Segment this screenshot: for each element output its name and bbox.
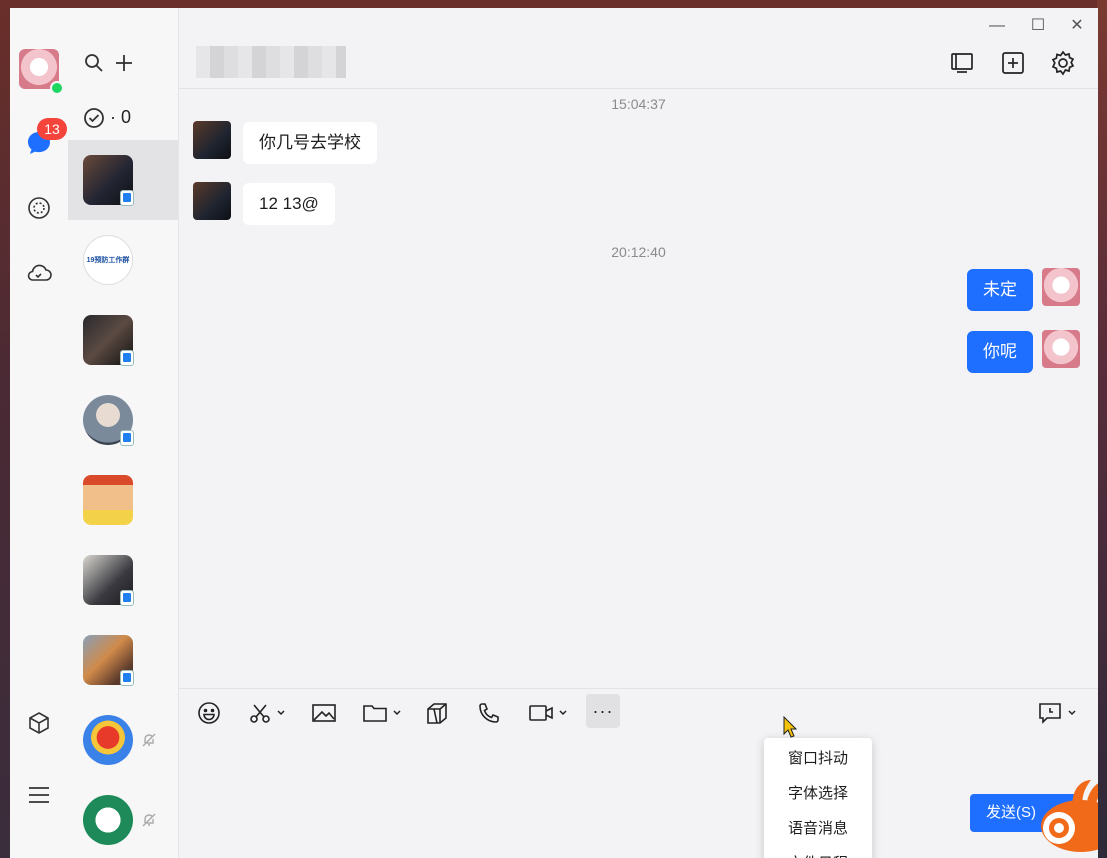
group-avatar: 19预防工作群 (83, 235, 133, 285)
close-button[interactable]: ✕ (1067, 16, 1087, 36)
contact-item[interactable] (68, 700, 178, 780)
menu-item-font-select[interactable]: 字体选择 (764, 777, 872, 811)
unread-badge: 13 (37, 118, 67, 140)
group-avatar-text: 19预防工作群 (86, 257, 130, 264)
screen-share-icon[interactable] (949, 50, 975, 76)
gift-box-icon (427, 703, 447, 724)
input-toolbar-divider (179, 688, 1098, 689)
message-history-button[interactable] (1037, 700, 1077, 726)
menu-item-voice-message[interactable]: 语音消息 (764, 812, 872, 846)
more-dots-icon: ··· (592, 700, 614, 721)
more-options-menu: 窗口抖动 字体选择 语音消息 文件日程 (764, 738, 872, 858)
emoji-button[interactable] (197, 700, 221, 726)
mute-icon (142, 733, 156, 747)
contact-item[interactable] (68, 620, 178, 700)
contact-item[interactable] (68, 460, 178, 540)
message-bubble[interactable]: 12 13@ (243, 183, 335, 225)
qq-chat-window: 13 · 0 19预防工作群 — ☐ ✕ 15:04:37 你几号去学校 12 … (10, 8, 1098, 858)
maximize-button[interactable]: ☐ (1028, 16, 1048, 36)
contact-avatar (83, 715, 133, 765)
my-message-bubble[interactable]: 你呢 (967, 331, 1033, 373)
verified-count: · 0 (110, 107, 132, 127)
phone-online-icon (120, 190, 134, 206)
image-icon (312, 704, 336, 722)
chevron-down-icon[interactable] (276, 709, 286, 717)
contact-avatar (83, 795, 133, 845)
scissors-icon (250, 704, 270, 723)
contact-item[interactable] (68, 780, 178, 858)
minimize-button[interactable]: — (987, 16, 1007, 36)
contact-message-avatar[interactable] (193, 182, 231, 220)
my-message-avatar[interactable] (1042, 330, 1080, 368)
emoji-icon (198, 702, 220, 724)
file-button[interactable] (362, 700, 402, 726)
message-bubble[interactable]: 你几号去学校 (243, 122, 377, 164)
phone-online-icon (120, 670, 134, 686)
contact-avatar (83, 475, 133, 525)
contact-item[interactable]: 19预防工作群 (68, 220, 178, 300)
voice-call-button[interactable] (477, 700, 501, 726)
image-button[interactable] (311, 700, 337, 726)
phone-icon (479, 703, 499, 723)
phone-online-icon (120, 350, 134, 366)
mute-icon (142, 813, 156, 827)
settings-gear-icon[interactable] (1050, 50, 1076, 76)
cloud-icon[interactable] (24, 258, 54, 288)
rabbit-logo-icon (1041, 780, 1098, 852)
contact-message-avatar[interactable] (193, 121, 231, 159)
more-options-button[interactable]: ··· (586, 694, 620, 728)
timestamp: 20:12:40 (611, 244, 666, 260)
contact-list: · 0 19预防工作群 (68, 8, 179, 858)
chevron-down-icon[interactable] (558, 709, 568, 717)
chevron-down-icon[interactable] (1067, 709, 1077, 717)
video-camera-icon (529, 705, 553, 721)
contact-item[interactable] (68, 300, 178, 380)
contact-item[interactable] (68, 140, 178, 220)
cube-icon[interactable] (24, 708, 54, 738)
add-member-icon[interactable] (1000, 50, 1026, 76)
video-call-button[interactable] (528, 700, 568, 726)
online-status-dot (50, 81, 64, 95)
my-message-bubble[interactable]: 未定 (967, 269, 1033, 311)
red-packet-button[interactable] (425, 700, 451, 726)
blurred-contact-name (196, 46, 346, 78)
phone-online-icon (120, 430, 134, 446)
contact-item[interactable] (68, 380, 178, 460)
ifree6-watermark: ifree6 艾 自 由 网 (1031, 776, 1098, 858)
menu-item-window-shake[interactable]: 窗口抖动 (764, 742, 872, 776)
my-message-avatar[interactable] (1042, 268, 1080, 306)
mouse-cursor-icon (783, 716, 797, 738)
chat-panel: — ☐ ✕ 15:04:37 你几号去学校 12 13@ 20:12:40 未定… (179, 8, 1098, 858)
list-header: · 0 (68, 8, 178, 140)
chat-title-bar: — ☐ ✕ (179, 8, 1098, 89)
phone-online-icon (120, 590, 134, 606)
folder-icon (363, 705, 387, 722)
contacts-icon[interactable] (24, 193, 54, 223)
left-nav: 13 (10, 8, 68, 858)
check-circle-icon[interactable] (83, 107, 105, 129)
timestamp: 15:04:37 (611, 96, 666, 112)
screenshot-button[interactable] (248, 700, 286, 726)
chevron-down-icon[interactable] (392, 709, 402, 717)
search-icon[interactable] (84, 53, 104, 73)
menu-item-file-schedule[interactable]: 文件日程 (764, 847, 872, 858)
plus-icon[interactable] (114, 53, 134, 73)
menu-icon[interactable] (24, 780, 54, 810)
contact-item[interactable] (68, 540, 178, 620)
desktop-background (1097, 0, 1107, 858)
history-icon (1039, 703, 1061, 724)
